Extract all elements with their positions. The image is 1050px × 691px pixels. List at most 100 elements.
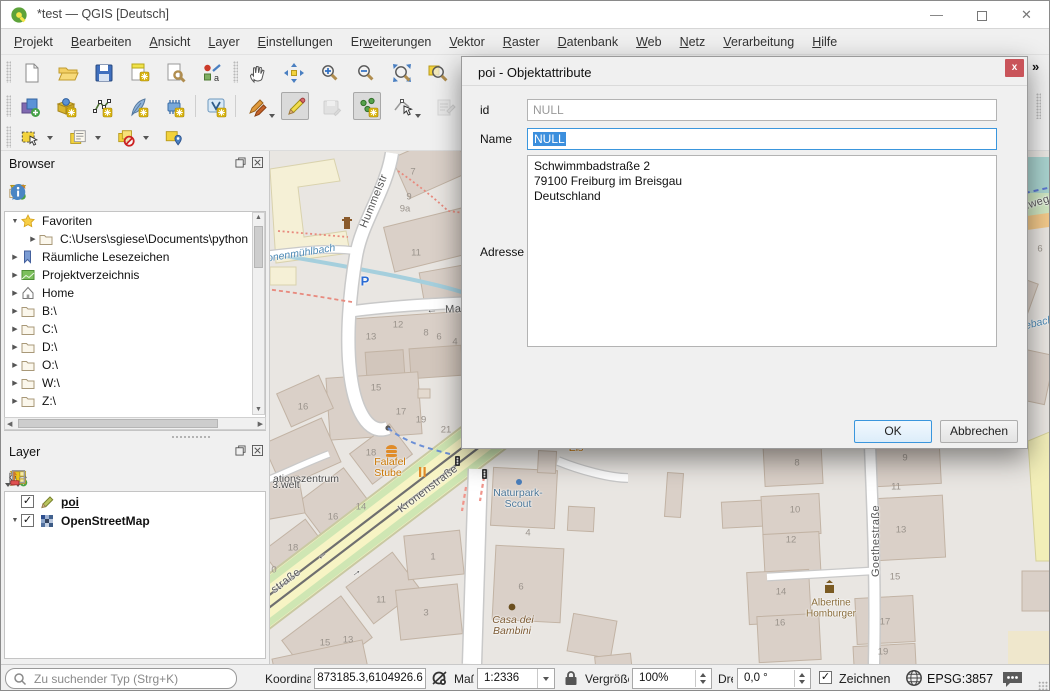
- locator-search[interactable]: [5, 668, 237, 689]
- browser-item-c-[interactable]: ▶C:\: [5, 320, 265, 338]
- layer-item-openstreetmap[interactable]: ▼✓OpenStreetMap: [5, 511, 265, 530]
- add-point-feature-button[interactable]: [353, 92, 381, 120]
- crs-status[interactable]: EPSG:3857: [927, 672, 993, 686]
- extent-toggle-icon[interactable]: [431, 669, 450, 688]
- pan-map-button[interactable]: [243, 58, 271, 86]
- resize-grip[interactable]: [1038, 681, 1048, 691]
- rotation-spinbox[interactable]: 0,0 °: [737, 668, 811, 689]
- new-virtual-layer-button[interactable]: [201, 92, 229, 120]
- expander-open-icon[interactable]: ▼: [9, 218, 21, 225]
- crs-globe-icon[interactable]: [905, 669, 923, 687]
- menu-item-layer[interactable]: Layer: [199, 31, 248, 53]
- ok-button[interactable]: OK: [854, 420, 932, 443]
- browser-item-w-[interactable]: ▶W:\: [5, 374, 265, 392]
- maximize-button[interactable]: [959, 1, 1004, 28]
- layer-visibility-checkbox[interactable]: ✓: [21, 495, 34, 508]
- render-checkbox[interactable]: ✓: [819, 671, 832, 684]
- coordinate-value[interactable]: 873185.3,6104926.6: [314, 668, 426, 689]
- toolbar-grip[interactable]: [1036, 93, 1041, 119]
- toolbar-grip[interactable]: [6, 61, 11, 83]
- expander-closed-icon[interactable]: ▶: [9, 271, 21, 279]
- scroll-right-icon[interactable]: ▶: [258, 420, 263, 428]
- cancel-button[interactable]: Abbrechen: [940, 420, 1018, 443]
- zoom-in-button[interactable]: [315, 58, 343, 86]
- menu-item-erweiterungen[interactable]: Erweiterungen: [342, 31, 441, 53]
- toolbar-grip[interactable]: [6, 126, 11, 148]
- expander-closed-icon[interactable]: ▶: [9, 253, 21, 261]
- select-by-form-dropdown[interactable]: [95, 136, 101, 140]
- vertex-tool-dropdown[interactable]: [415, 114, 421, 118]
- browser-vscrollbar[interactable]: ▲ ▼: [252, 212, 265, 415]
- select-features-dropdown[interactable]: [47, 136, 53, 140]
- menu-item-vektor[interactable]: Vektor: [440, 31, 493, 53]
- id-field[interactable]: NULL: [527, 99, 997, 121]
- layout-manager-button[interactable]: [161, 58, 189, 86]
- new-print-layout-button[interactable]: [125, 58, 153, 86]
- expander-closed-icon[interactable]: ▶: [9, 397, 21, 405]
- save-project-button[interactable]: [89, 58, 117, 86]
- current-edits-dropdown[interactable]: [269, 114, 275, 118]
- new-project-button[interactable]: [17, 58, 45, 86]
- menu-item-ansicht[interactable]: Ansicht: [140, 31, 199, 53]
- menu-item-verarbeitung[interactable]: Verarbeitung: [714, 31, 803, 53]
- new-shapefile-layer-button[interactable]: [87, 92, 115, 120]
- dialog-close-button[interactable]: x: [1005, 59, 1024, 77]
- vertex-tool-button[interactable]: [389, 92, 417, 120]
- deselect-dropdown[interactable]: [143, 136, 149, 140]
- float-panel-icon[interactable]: [235, 445, 246, 456]
- zoom-full-button[interactable]: [387, 58, 415, 86]
- toolbar-grip[interactable]: [6, 95, 11, 117]
- menu-item-datenbank[interactable]: Datenbank: [549, 31, 627, 53]
- toggle-editing-button[interactable]: [281, 92, 309, 120]
- browser-item-d-[interactable]: ▶D:\: [5, 338, 265, 356]
- spin-up-icon[interactable]: [799, 673, 805, 677]
- expander-closed-icon[interactable]: ▶: [9, 289, 21, 297]
- menu-item-web[interactable]: Web: [627, 31, 670, 53]
- current-edits-button[interactable]: [243, 92, 271, 120]
- new-temporary-scratch-layer-button[interactable]: [159, 92, 187, 120]
- menu-item-hilfe[interactable]: Hilfe: [803, 31, 846, 53]
- browser-item-z-[interactable]: ▶Z:\: [5, 392, 265, 410]
- scroll-down-icon[interactable]: ▼: [255, 406, 262, 413]
- scale-combobox[interactable]: 1:2336: [477, 668, 555, 689]
- lock-scale-icon[interactable]: [563, 670, 579, 687]
- browser-item-o-[interactable]: ▶O:\: [5, 356, 265, 374]
- expander-closed-icon[interactable]: ▶: [9, 343, 21, 351]
- spin-down-icon[interactable]: [799, 680, 805, 684]
- zoom-to-layer-button[interactable]: [423, 58, 451, 86]
- browser-item-b-[interactable]: ▶B:\: [5, 302, 265, 320]
- scroll-left-icon[interactable]: ◀: [7, 420, 12, 428]
- close-panel-icon[interactable]: [252, 445, 263, 456]
- expander-open-icon[interactable]: ▼: [9, 517, 21, 524]
- select-features-button[interactable]: [17, 125, 41, 149]
- browser-item-r-umliche-lesezeichen[interactable]: ▶Räumliche Lesezeichen: [5, 248, 265, 266]
- deselect-features-button[interactable]: [113, 125, 137, 149]
- expander-closed-icon[interactable]: ▶: [9, 325, 21, 333]
- minimize-button[interactable]: —: [914, 1, 959, 28]
- expander-closed-icon[interactable]: ▶: [9, 379, 21, 387]
- search-input[interactable]: [32, 670, 230, 687]
- remove-layer-button[interactable]: [5, 465, 29, 489]
- new-spatialite-layer-button[interactable]: [123, 92, 151, 120]
- layer-item-poi[interactable]: ✓poi: [5, 492, 265, 511]
- adresse-field[interactable]: Schwimmbadstraße 2 79100 Freiburg im Bre…: [527, 155, 997, 347]
- magnifier-spinbox[interactable]: 100%: [632, 668, 712, 689]
- toolbar-extension-button[interactable]: »: [1032, 59, 1039, 74]
- browser-item-c-users-sgiese-documents-python[interactable]: ▶C:\Users\sgiese\Documents\python: [5, 230, 265, 248]
- spin-down-icon[interactable]: [700, 680, 706, 684]
- menu-item-netz[interactable]: Netz: [671, 31, 715, 53]
- name-field[interactable]: NULL: [527, 128, 997, 150]
- browser-hscrollbar[interactable]: ◀ ▶: [4, 417, 266, 430]
- zoom-out-button[interactable]: [351, 58, 379, 86]
- scroll-up-icon[interactable]: ▲: [255, 214, 262, 221]
- menu-item-bearbeiten[interactable]: Bearbeiten: [62, 31, 140, 53]
- expander-closed-icon[interactable]: ▶: [9, 307, 21, 315]
- messages-icon[interactable]: [1001, 670, 1024, 688]
- open-project-button[interactable]: [53, 58, 81, 86]
- menu-item-raster[interactable]: Raster: [494, 31, 549, 53]
- browser-item-home[interactable]: ▶Home: [5, 284, 265, 302]
- select-by-location-button[interactable]: [161, 125, 185, 149]
- scale-dropdown-icon[interactable]: [543, 677, 549, 681]
- pan-to-selection-button[interactable]: [279, 58, 307, 86]
- select-by-form-button[interactable]: [65, 125, 89, 149]
